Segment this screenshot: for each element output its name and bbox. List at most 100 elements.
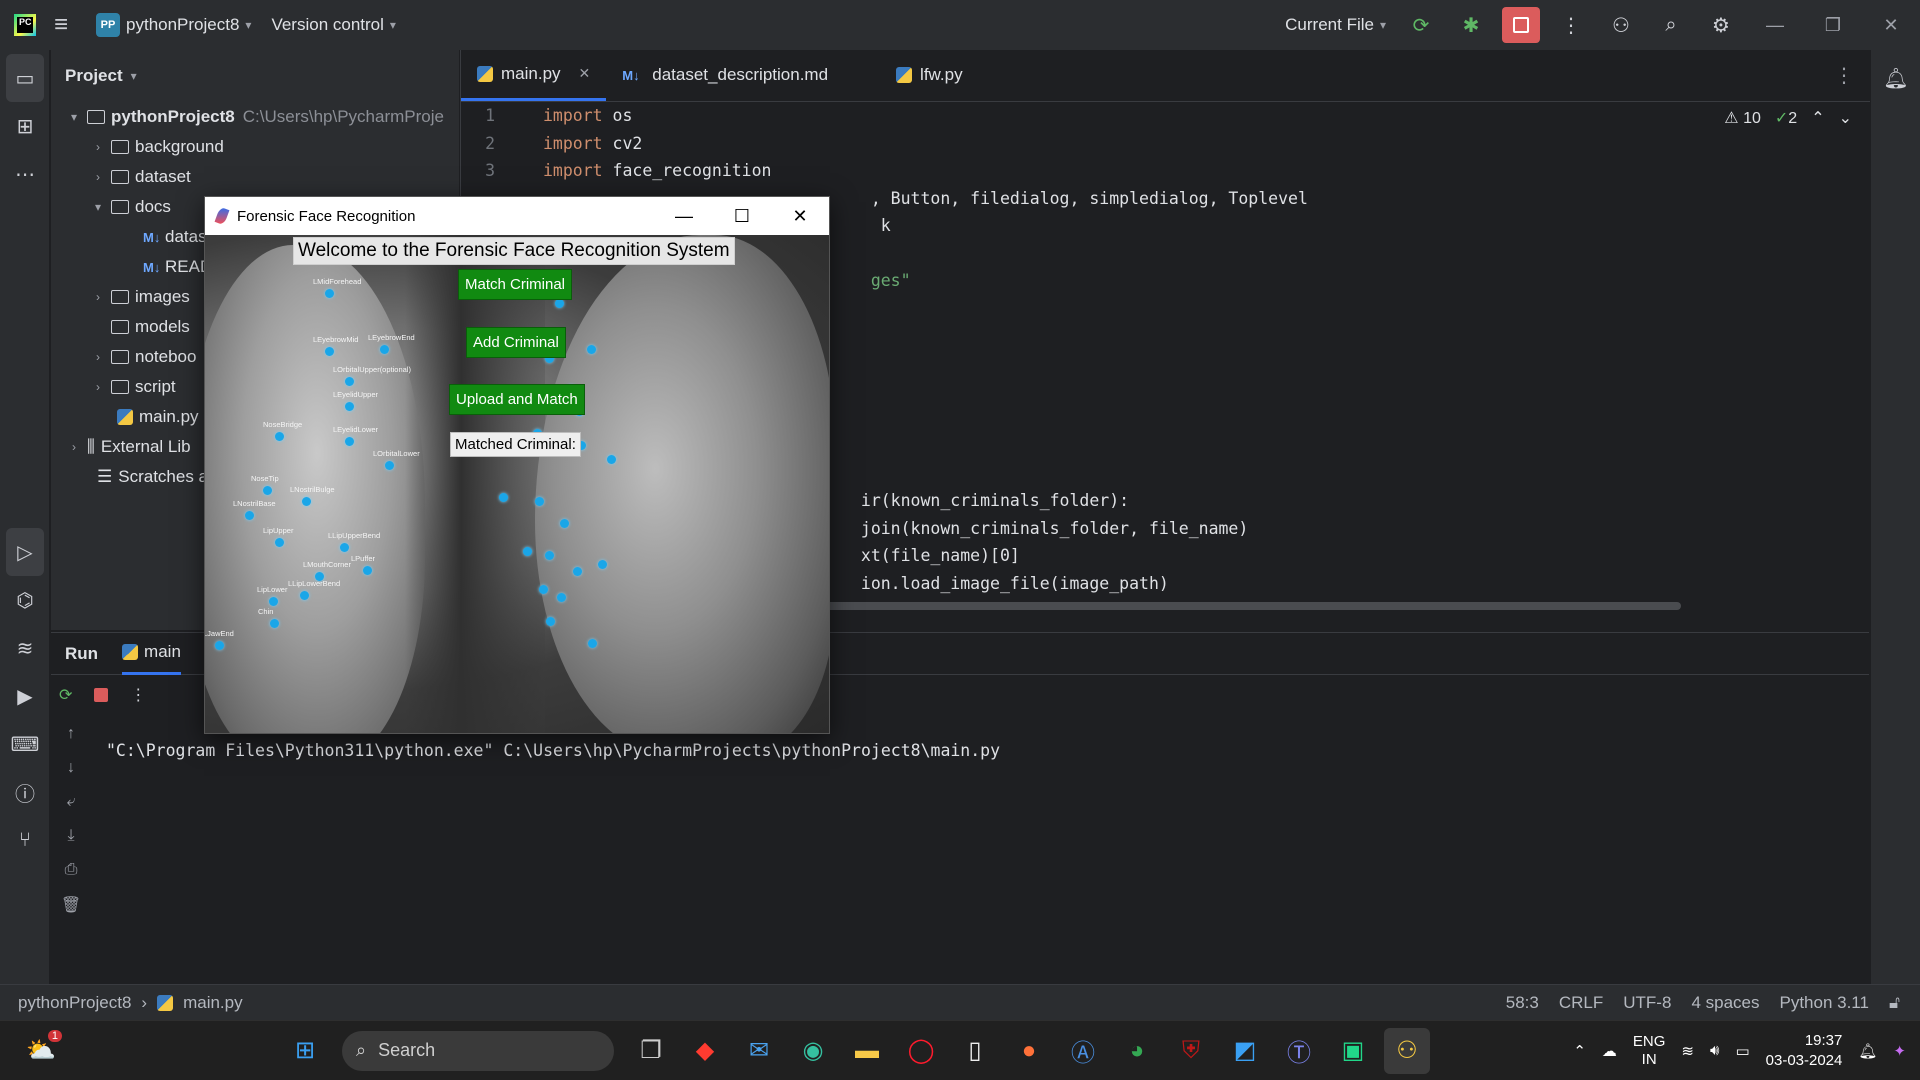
weather-icon[interactable]: ⛅ 1 [18, 1028, 64, 1074]
print-icon[interactable]: ⎙ [51, 861, 91, 895]
more-actions-icon[interactable]: ⋮ [130, 685, 146, 705]
code-line[interactable]: 3 import face_recognition [461, 157, 1861, 185]
run-config-tab[interactable]: main [122, 633, 181, 675]
face-landmarks-image: LMidForehead LEyebrowMid LEyebrowEnd LOrbit… [205, 235, 829, 733]
markdown-file-icon: M↓ [622, 67, 640, 83]
add-user-icon[interactable]: ⚇ [1596, 0, 1646, 50]
tab-dataset-description[interactable]: M↓ dataset_description.md [606, 49, 844, 101]
upload-and-match-button[interactable]: Upload and Match [449, 384, 585, 415]
code-line[interactable]: 1 import os [461, 102, 1861, 130]
problems-icon[interactable]: ⓘ [0, 768, 50, 816]
restore-window-icon[interactable]: ❐ [1804, 15, 1862, 36]
battery-icon[interactable]: ▭ [1735, 1042, 1749, 1060]
tabs-more-icon[interactable]: ⋮ [1834, 63, 1854, 88]
taskbar-search[interactable]: ⌕ Search [342, 1030, 614, 1071]
chrome-icon[interactable]: ◕ [1114, 1028, 1160, 1074]
rerun-icon[interactable]: ⟳ [1396, 0, 1446, 50]
horizontal-scrollbar[interactable] [801, 602, 1681, 610]
run-tab[interactable]: Run [65, 644, 98, 664]
mail-icon[interactable]: ✉ [736, 1028, 782, 1074]
task-view-icon[interactable]: ❐ [628, 1028, 674, 1074]
run-config-selector[interactable]: Current File ▾ [1275, 0, 1396, 50]
maximize-window-icon[interactable]: ☐ [713, 206, 771, 227]
app-red-diamond-icon[interactable]: ◆ [682, 1028, 728, 1074]
tab-lfw-py[interactable]: lfw.py [880, 49, 979, 101]
mcafee-icon[interactable]: ⛨ [1168, 1028, 1214, 1074]
tree-item-label: Scratches a [118, 467, 209, 486]
tree-root-name: pythonProject8 [111, 107, 235, 126]
breadcrumb-file[interactable]: main.py [183, 993, 243, 1013]
pycharm-taskbar-icon[interactable]: ▣ [1330, 1028, 1376, 1074]
file-encoding[interactable]: UTF-8 [1623, 993, 1671, 1013]
scroll-up-icon[interactable]: ↑ [51, 725, 91, 759]
debug-icon[interactable]: ✱ [1446, 0, 1496, 50]
main-menu-icon[interactable]: ≡ [54, 11, 68, 39]
add-criminal-button[interactable]: Add Criminal [466, 327, 566, 358]
soft-wrap-icon[interactable]: ⤶ [51, 793, 91, 827]
run-tool-icon[interactable]: ▷ [6, 528, 44, 576]
close-window-icon[interactable]: ✕ [1862, 15, 1920, 36]
wifi-icon[interactable]: ≋ [1681, 1042, 1694, 1060]
teams-icon[interactable]: Ⓣ [1276, 1028, 1322, 1074]
structure-tool-icon[interactable]: ⊞ [0, 102, 50, 150]
project-switcher[interactable]: PP pythonProject8 ▾ [86, 0, 261, 50]
notifications-bell-icon[interactable]: 🔔︎ [1871, 54, 1920, 102]
indent-setting[interactable]: 4 spaces [1691, 993, 1759, 1013]
git-icon[interactable]: ⑂ [0, 816, 50, 864]
copilot-icon[interactable]: ✦ [1893, 1042, 1906, 1060]
clock[interactable]: 19:37 03-03-2024 [1766, 1031, 1843, 1071]
photos-icon[interactable]: ◩ [1222, 1028, 1268, 1074]
search-icon[interactable]: ⌕ [1646, 0, 1696, 50]
tree-item-background[interactable]: › background [51, 132, 459, 162]
notepad-icon[interactable]: ▯ [952, 1028, 998, 1074]
vcs-menu[interactable]: Version control ▾ [261, 0, 405, 50]
volume-icon[interactable]: 🔊︎ [1710, 1042, 1719, 1059]
notification-bell-icon[interactable]: 🔔︎ [1858, 1042, 1877, 1060]
language-indicator[interactable]: ENG IN [1633, 1033, 1666, 1069]
onedrive-icon[interactable]: ☁ [1602, 1042, 1617, 1060]
windows-start-icon[interactable]: ⊞ [282, 1028, 328, 1074]
rerun-icon[interactable]: ⟳ [59, 685, 72, 705]
tk-title-bar[interactable]: Forensic Face Recognition — ☐ ✕ [205, 197, 829, 235]
close-tab-icon[interactable]: ✕ [579, 65, 591, 82]
stop-button[interactable] [1502, 7, 1540, 43]
more-actions-icon[interactable]: ⋮ [1546, 0, 1596, 50]
terminal-icon[interactable]: ⌨ [0, 720, 50, 768]
settings-gear-icon[interactable]: ⚙ [1696, 0, 1746, 50]
project-tool-icon[interactable]: ▭ [6, 54, 44, 102]
chevron-right-icon: › [96, 170, 100, 184]
caret-position[interactable]: 58:3 [1506, 993, 1539, 1013]
landmark-dot [545, 551, 554, 560]
more-tools-icon[interactable]: ⋯ [0, 150, 50, 198]
tab-main-py[interactable]: main.py ✕ [461, 49, 607, 101]
chevron-up-icon[interactable]: ⌃ [1573, 1042, 1586, 1060]
landmark-label: LLipLowerBend [288, 579, 341, 588]
edge-browser-icon[interactable]: ◉ [790, 1028, 836, 1074]
firefox-icon[interactable]: ● [1006, 1028, 1052, 1074]
match-criminal-button[interactable]: Match Criminal [458, 269, 573, 300]
services-icon[interactable]: ▶ [0, 672, 50, 720]
stop-icon[interactable] [94, 688, 109, 702]
interpreter[interactable]: Python 3.11 [1779, 993, 1868, 1013]
project-panel-header[interactable]: Project ▾ [51, 50, 459, 102]
lock-icon[interactable]: 🔓︎ [1889, 993, 1900, 1013]
trash-icon[interactable]: 🗑︎ [51, 895, 91, 929]
tab-label: dataset_description.md [652, 65, 829, 84]
close-window-icon[interactable]: ✕ [771, 206, 829, 227]
python-taskbar-icon[interactable]: ⚇ [1384, 1027, 1430, 1074]
minimize-window-icon[interactable]: — [655, 206, 713, 227]
scroll-down-icon[interactable]: ↓ [51, 759, 91, 793]
python-console-icon[interactable]: ⌬ [0, 576, 50, 624]
breadcrumb-project[interactable]: pythonProject8 [18, 993, 131, 1013]
scroll-to-end-icon[interactable]: ⤓ [51, 827, 91, 861]
file-explorer-icon[interactable]: ▬ [844, 1028, 890, 1074]
app-store-icon[interactable]: Ⓐ [1060, 1028, 1106, 1074]
minimize-window-icon[interactable]: — [1746, 15, 1804, 36]
code-line[interactable]: 2 import cv2 [461, 130, 1861, 158]
python-packages-icon[interactable]: ≋ [0, 624, 50, 672]
line-separator[interactable]: CRLF [1559, 993, 1603, 1013]
tree-root[interactable]: ▾ pythonProject8 C:\Users\hp\PycharmProj… [51, 102, 459, 132]
tree-item-dataset[interactable]: › dataset [51, 162, 459, 192]
opera-icon[interactable]: ◯ [898, 1028, 944, 1074]
console-output[interactable]: "C:\Program Files\Python311\python.exe" … [106, 741, 1000, 760]
